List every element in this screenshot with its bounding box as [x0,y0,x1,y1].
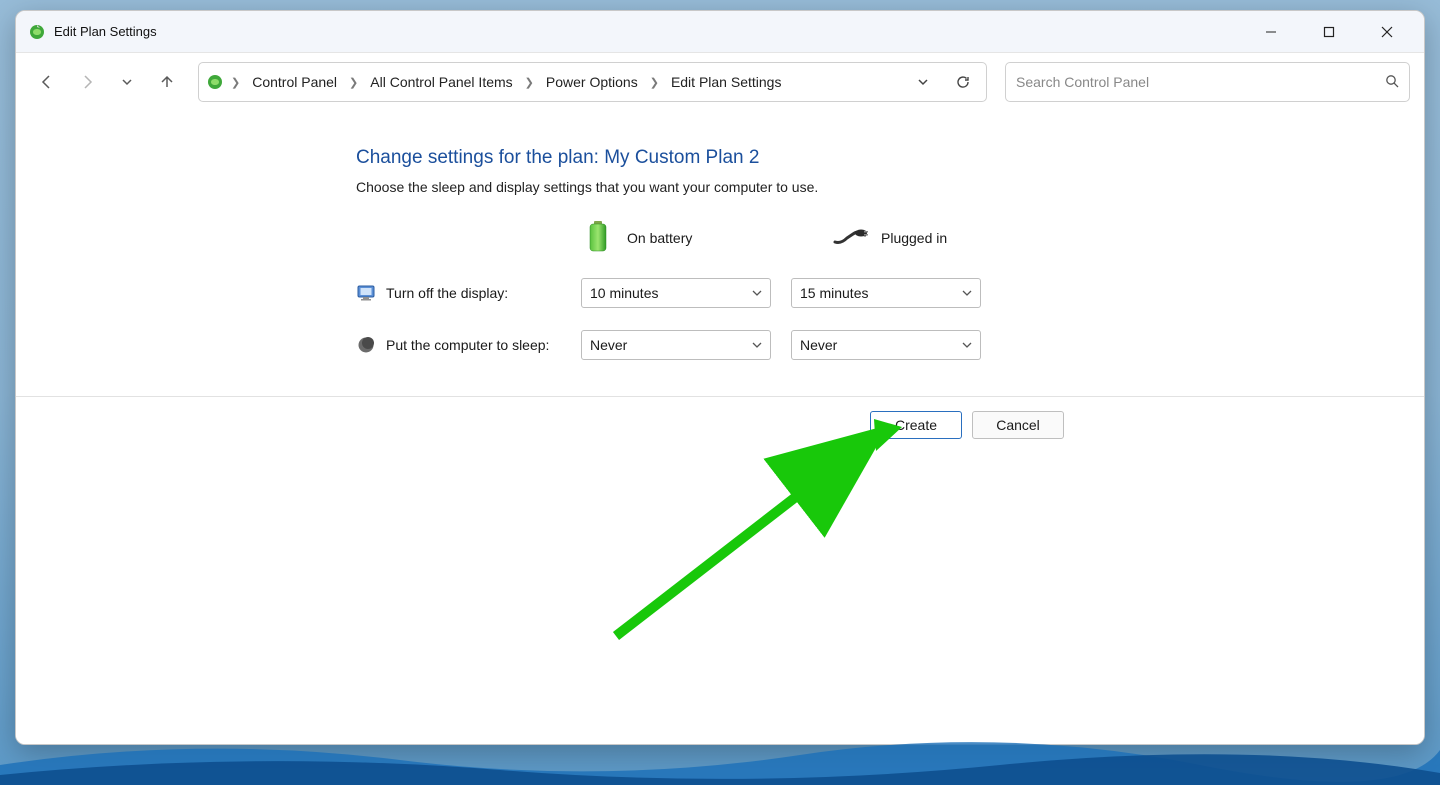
column-on-battery: On battery [581,219,771,256]
monitor-icon [356,283,376,303]
column-plugged-in: Plugged in [831,224,1021,251]
minimize-button[interactable] [1242,11,1300,53]
back-button[interactable] [30,65,64,99]
chevron-right-icon[interactable]: ❯ [347,76,360,89]
window-title: Edit Plan Settings [54,24,157,39]
chevron-down-icon [962,337,972,353]
setting-label: Put the computer to sleep: [356,335,581,355]
search-input[interactable] [1016,74,1385,90]
setting-row-display-off: Turn off the display: 10 minutes 15 minu… [356,278,1036,308]
chevron-down-icon [962,285,972,301]
address-dropdown-button[interactable] [906,65,940,99]
breadcrumb-label: Edit Plan Settings [671,74,782,90]
location-icon [205,72,225,92]
setting-label: Turn off the display: [356,283,581,303]
display-off-battery-select[interactable]: 10 minutes [581,278,771,308]
breadcrumb-control-panel[interactable]: Control Panel [246,70,343,94]
breadcrumb-all-items[interactable]: All Control Panel Items [364,70,518,94]
refresh-button[interactable] [946,65,980,99]
footer: Create Cancel [16,396,1424,744]
page-subtext: Choose the sleep and display settings th… [356,179,1036,195]
chevron-down-icon [752,337,762,353]
window-root: Edit Plan Settings [15,10,1425,745]
titlebar: Edit Plan Settings [16,11,1424,53]
select-value: Never [800,337,837,353]
chevron-right-icon[interactable]: ❯ [229,76,242,89]
breadcrumb-edit-plan[interactable]: Edit Plan Settings [665,70,788,94]
toolbar: ❯ Control Panel ❯ All Control Panel Item… [16,53,1424,111]
column-headers: On battery Plugged in [581,219,1036,256]
recent-locations-button[interactable] [110,65,144,99]
sleep-battery-select[interactable]: Never [581,330,771,360]
button-label: Create [895,417,937,433]
cancel-button[interactable]: Cancel [972,411,1064,439]
setting-label-text: Turn off the display: [386,285,508,301]
display-off-plugged-select[interactable]: 15 minutes [791,278,981,308]
up-button[interactable] [150,65,184,99]
maximize-button[interactable] [1300,11,1358,53]
chevron-right-icon[interactable]: ❯ [523,76,536,89]
create-button[interactable]: Create [870,411,962,439]
setting-row-sleep: Put the computer to sleep: Never Never [356,330,1036,360]
column-label: Plugged in [881,230,947,246]
sleep-plugged-select[interactable]: Never [791,330,981,360]
window-controls [1242,11,1416,53]
app-icon [28,23,46,41]
breadcrumb-label: Control Panel [252,74,337,90]
breadcrumb-label: All Control Panel Items [370,74,512,90]
search-icon [1385,74,1399,91]
select-value: Never [590,337,627,353]
button-label: Cancel [996,417,1040,433]
select-value: 15 minutes [800,285,868,301]
close-button[interactable] [1358,11,1416,53]
chevron-right-icon[interactable]: ❯ [648,76,661,89]
select-value: 10 minutes [590,285,658,301]
forward-button[interactable] [70,65,104,99]
plug-icon [831,224,869,251]
setting-label-text: Put the computer to sleep: [386,337,549,353]
breadcrumb-power-options[interactable]: Power Options [540,70,644,94]
content-area: Change settings for the plan: My Custom … [16,111,1424,744]
plan-settings-form: Change settings for the plan: My Custom … [356,147,1036,382]
breadcrumb-label: Power Options [546,74,638,90]
chevron-down-icon [752,285,762,301]
address-bar[interactable]: ❯ Control Panel ❯ All Control Panel Item… [198,62,987,102]
battery-icon [581,219,615,256]
moon-icon [356,335,376,355]
search-box[interactable] [1005,62,1410,102]
page-heading: Change settings for the plan: My Custom … [356,147,1036,169]
footer-buttons: Create Cancel [870,411,1064,439]
column-label: On battery [627,230,692,246]
